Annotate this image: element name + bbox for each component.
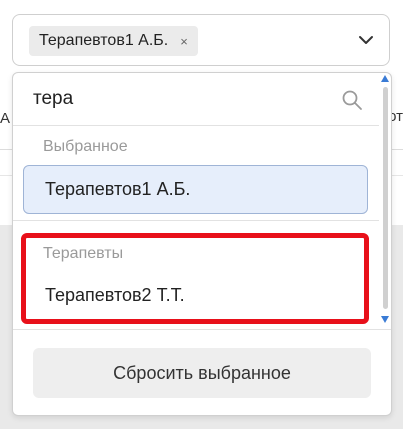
selected-option-label: Терапевтов1 А.Б. [45,179,191,199]
group-title-selected: Выбранное [43,138,128,155]
tag-remove-icon[interactable]: × [180,34,188,49]
chevron-down-icon[interactable] [355,29,377,51]
multi-select-control[interactable]: Терапевтов1 А.Б. × [12,14,390,66]
scroll-down-arrow-icon[interactable] [381,316,389,323]
dropdown-panel: Выбранное Терапевтов1 А.Б. Терапевты Тер… [12,72,392,416]
scrollbar-thumb[interactable] [383,87,388,309]
selected-tag-label: Терапевтов1 А.Б. [39,32,169,49]
search-icon [342,90,362,110]
background-edge-text-left: А [0,110,11,127]
selected-tag: Терапевтов1 А.Б. × [29,26,198,56]
dropdown-footer: Сбросить выбранное [13,329,391,416]
reset-selection-button[interactable]: Сбросить выбранное [33,348,371,398]
search-row [13,73,379,126]
group-divider [13,220,379,221]
highlight-annotation-box [21,233,369,324]
selected-option-item[interactable]: Терапевтов1 А.Б. [23,165,368,214]
search-input[interactable] [33,85,333,113]
scroll-up-arrow-icon[interactable] [381,75,389,82]
